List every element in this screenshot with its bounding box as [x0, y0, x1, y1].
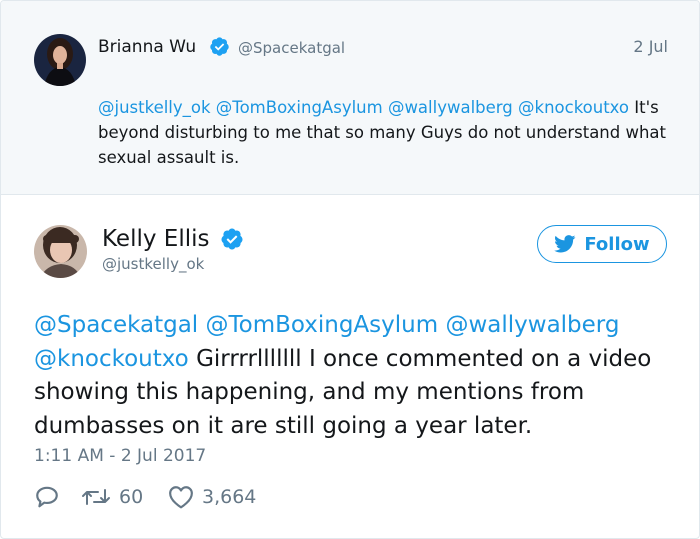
verified-badge-icon — [221, 228, 243, 250]
embedded-tweet-card: Brianna Wu @Spacekatgal 2 Jul @justkelly… — [0, 0, 700, 539]
quoted-tweet-text: @justkelly_ok @TomBoxingAsylum @wallywal… — [98, 95, 678, 170]
quoted-tweet-date[interactable]: 2 Jul — [633, 37, 668, 56]
tweet-text: @Spacekatgal @TomBoxingAsylum @wallywalb… — [34, 309, 674, 443]
reply-button[interactable] — [34, 483, 60, 511]
author-name[interactable]: Kelly Ellis — [102, 226, 209, 252]
brianna-wu-avatar[interactable] — [34, 34, 86, 86]
follow-button[interactable]: Follow — [537, 225, 667, 263]
author-handle[interactable]: @justkelly_ok — [102, 255, 204, 273]
like-button[interactable]: 3,664 — [168, 483, 256, 511]
heart-icon — [169, 486, 193, 509]
quoted-author-name[interactable]: Brianna Wu — [98, 37, 196, 57]
quoted-tweet-mentions[interactable]: @justkelly_ok @TomBoxingAsylum @wallywal… — [98, 98, 629, 117]
tweet-timestamp[interactable]: 1:11 AM - 2 Jul 2017 — [34, 446, 206, 466]
retweet-count: 60 — [119, 486, 144, 508]
quoted-tweet[interactable]: Brianna Wu @Spacekatgal 2 Jul @justkelly… — [1, 1, 699, 195]
reply-icon — [36, 486, 58, 508]
follow-label: Follow — [584, 233, 650, 255]
verified-badge-icon — [210, 37, 229, 56]
quoted-author-handle[interactable]: @Spacekatgal — [238, 39, 345, 57]
retweet-icon — [82, 489, 110, 505]
like-count: 3,664 — [202, 486, 257, 508]
retweet-button[interactable]: 60 — [81, 483, 143, 511]
kelly-ellis-avatar[interactable] — [34, 225, 87, 278]
twitter-bird-icon — [554, 235, 576, 253]
